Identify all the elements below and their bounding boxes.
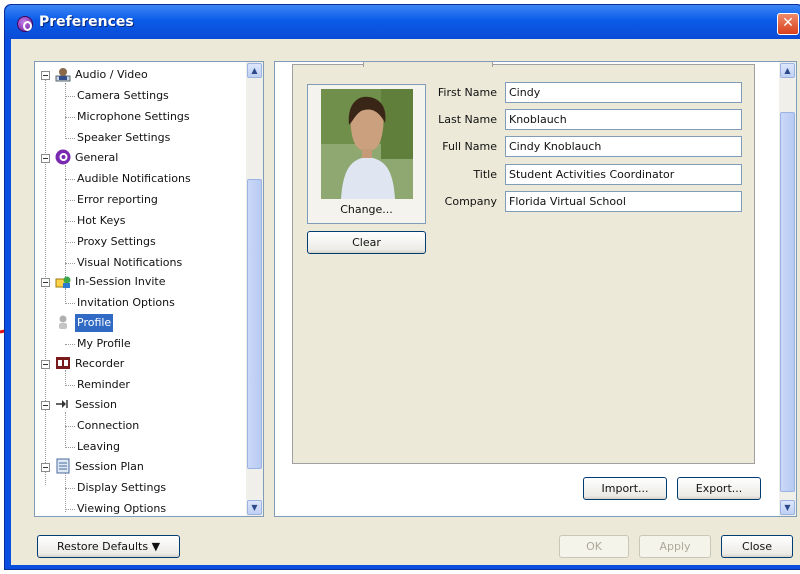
- full-name-field[interactable]: Cindy Knoblauch: [505, 136, 742, 157]
- tree-scroll-thumb[interactable]: [247, 179, 262, 469]
- first-name-label: First Name: [437, 86, 497, 99]
- tab-strip: [363, 62, 493, 67]
- title-label: Title: [473, 168, 497, 181]
- tree-item-recorder[interactable]: Recorder: [75, 355, 124, 373]
- last-name-field[interactable]: Knoblauch: [505, 109, 742, 130]
- expander-recorder[interactable]: [41, 360, 50, 369]
- profile-content: Change... Clear First Name Cindy Last Na…: [292, 62, 755, 464]
- title-field[interactable]: Student Activities Coordinator: [505, 164, 742, 185]
- preferences-window: Preferences ✕ Audio / Video Camera Setti…: [4, 4, 800, 570]
- scroll-up-icon[interactable]: ▲: [247, 63, 262, 78]
- tree-item-reminder[interactable]: Reminder: [77, 376, 130, 394]
- invite-icon: [55, 276, 71, 288]
- tree-item-leaving[interactable]: Leaving: [77, 438, 120, 456]
- title-bar: Preferences ✕: [5, 5, 800, 39]
- ok-button[interactable]: OK: [559, 535, 629, 558]
- profile-icon: [59, 315, 67, 329]
- company-field[interactable]: Florida Virtual School: [505, 191, 742, 212]
- change-photo-label[interactable]: Change...: [308, 203, 425, 216]
- import-button[interactable]: Import...: [583, 477, 667, 500]
- clear-button[interactable]: Clear: [307, 231, 426, 254]
- dialog-body: Audio / Video Camera Settings Microphone…: [11, 39, 800, 565]
- window-title: Preferences: [39, 14, 134, 30]
- tree-item-session-plan[interactable]: Session Plan: [75, 458, 144, 476]
- tree-item-visual-notifications[interactable]: Visual Notifications: [77, 254, 182, 272]
- tree-item-camera-settings[interactable]: Camera Settings: [77, 87, 169, 105]
- tree-item-display-settings[interactable]: Display Settings: [77, 479, 166, 497]
- profile-photo: [321, 89, 413, 199]
- expander-audio-video[interactable]: [41, 71, 50, 80]
- scroll-down-icon[interactable]: ▼: [247, 500, 262, 515]
- window-close-button[interactable]: ✕: [777, 13, 799, 35]
- expander-general[interactable]: [41, 154, 50, 163]
- tree-item-error-reporting[interactable]: Error reporting: [77, 191, 158, 209]
- tree-item-session[interactable]: Session: [75, 396, 117, 414]
- profile-photo-image: [321, 89, 413, 199]
- tree-item-microphone-settings[interactable]: Microphone Settings: [77, 108, 190, 126]
- apply-button[interactable]: Apply: [639, 535, 711, 558]
- tree-item-connection[interactable]: Connection: [77, 417, 139, 435]
- expander-session[interactable]: [41, 401, 50, 410]
- first-name-field[interactable]: Cindy: [505, 82, 742, 103]
- tree-item-general[interactable]: General: [75, 149, 118, 167]
- tree-scrollbar[interactable]: ▲ ▼: [246, 62, 263, 516]
- recorder-icon: [56, 357, 70, 369]
- profile-scrollbar[interactable]: ▲ ▼: [779, 62, 796, 516]
- tree-item-audio-video[interactable]: Audio / Video: [75, 66, 148, 84]
- tree-item-hot-keys[interactable]: Hot Keys: [77, 212, 126, 230]
- tree-item-proxy-settings[interactable]: Proxy Settings: [77, 233, 156, 251]
- profile-panel: Change... Clear First Name Cindy Last Na…: [274, 61, 797, 517]
- tree-item-my-profile[interactable]: My Profile: [77, 335, 131, 353]
- profile-photo-button[interactable]: Change...: [307, 84, 426, 224]
- expander-session-plan[interactable]: [41, 463, 50, 472]
- tree-item-in-session-invite[interactable]: In-Session Invite: [75, 273, 166, 291]
- session-icon: [56, 400, 68, 408]
- close-button[interactable]: Close: [721, 535, 793, 558]
- app-logo-icon: [17, 16, 33, 32]
- preferences-tree: Audio / Video Camera Settings Microphone…: [34, 61, 264, 517]
- session-plan-icon: [56, 458, 70, 474]
- tree-item-viewing-options[interactable]: Viewing Options: [77, 500, 166, 516]
- scroll-down-icon[interactable]: ▼: [780, 500, 795, 515]
- profile-scroll-thumb[interactable]: [780, 112, 795, 492]
- expander-in-session-invite[interactable]: [41, 278, 50, 287]
- last-name-label: Last Name: [438, 113, 497, 126]
- person-icon: [55, 68, 71, 82]
- export-button[interactable]: Export...: [677, 477, 761, 500]
- full-name-label: Full Name: [442, 140, 497, 153]
- tree-content: Audio / Video Camera Settings Microphone…: [35, 62, 247, 516]
- tree-item-invitation-options[interactable]: Invitation Options: [77, 294, 175, 312]
- company-label: Company: [444, 195, 497, 208]
- purple-logo-icon: [55, 149, 71, 165]
- tree-item-audible-notifications[interactable]: Audible Notifications: [77, 170, 191, 188]
- restore-defaults-button[interactable]: Restore Defaults ▼: [37, 535, 180, 558]
- scroll-up-icon[interactable]: ▲: [780, 63, 795, 78]
- tree-item-speaker-settings[interactable]: Speaker Settings: [77, 129, 170, 147]
- tree-item-profile[interactable]: Profile: [75, 314, 114, 332]
